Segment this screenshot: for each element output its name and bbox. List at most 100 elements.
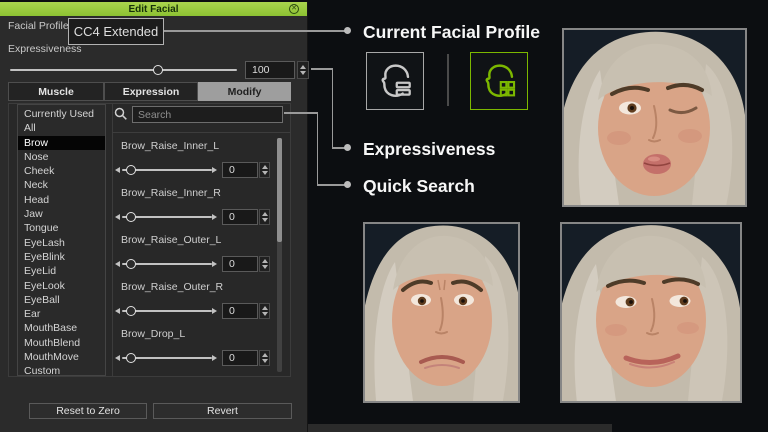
slider-left-arrow-icon[interactable]	[115, 355, 120, 361]
facial-profile-callout: CC4 Extended	[68, 18, 164, 45]
category-item[interactable]: EyeLid	[18, 264, 105, 278]
slider-value-field[interactable]: 0	[222, 162, 258, 178]
button-label: Reset to Zero	[56, 405, 120, 417]
slider-right-arrow-icon[interactable]	[212, 308, 217, 314]
standard-profile-icon-box	[366, 52, 424, 110]
category-item[interactable]: Cheek	[18, 164, 105, 178]
stepper-down-icon[interactable]	[300, 71, 306, 75]
stepper-up-icon[interactable]	[262, 259, 268, 263]
slider-stepper[interactable]	[259, 162, 270, 178]
search-icon	[114, 107, 128, 121]
slider-left-arrow-icon[interactable]	[115, 308, 120, 314]
panel-titlebar[interactable]: Edit Facial ✕	[0, 2, 307, 16]
category-item[interactable]: Neck	[18, 178, 105, 192]
stepper-up-icon[interactable]	[262, 212, 268, 216]
slider-handle[interactable]	[126, 165, 136, 175]
slider-label: Brow_Drop_L	[121, 328, 271, 340]
panel-title: Edit Facial	[128, 4, 178, 15]
expressiveness-slider-track[interactable]	[10, 69, 237, 71]
category-item[interactable]: Ear	[18, 307, 105, 321]
slider-value-field[interactable]: 0	[222, 209, 258, 225]
slider-handle[interactable]	[126, 259, 136, 269]
tab-label: Expression	[123, 86, 180, 98]
expressiveness-value-field[interactable]: 100	[245, 61, 295, 79]
facial-profile-label: Facial Profile :	[8, 20, 75, 32]
stepper-down-icon[interactable]	[262, 171, 268, 175]
expressiveness-slider-handle[interactable]	[153, 65, 163, 75]
category-item[interactable]: Tongue	[18, 221, 105, 235]
face-profile-list-icon	[374, 60, 416, 102]
stepper-up-icon[interactable]	[262, 306, 268, 310]
slider-handle[interactable]	[126, 353, 136, 363]
category-item[interactable]: Currently Used	[18, 107, 105, 121]
revert-button[interactable]: Revert	[153, 403, 292, 419]
slider-value: 0	[229, 352, 235, 364]
stepper-up-icon[interactable]	[262, 353, 268, 357]
slider-label: Brow_Raise_Outer_L	[121, 234, 271, 246]
slider-label: Brow_Raise_Inner_R	[121, 187, 271, 199]
slider-stepper[interactable]	[259, 350, 270, 366]
slider-right-arrow-icon[interactable]	[212, 167, 217, 173]
tab-expression[interactable]: Expression	[104, 82, 198, 101]
expressiveness-stepper[interactable]	[297, 61, 309, 79]
slider-right-arrow-icon[interactable]	[212, 261, 217, 267]
icon-divider	[447, 54, 449, 106]
connector-line	[164, 30, 347, 32]
slider-value-field[interactable]: 0	[222, 303, 258, 319]
category-item[interactable]: All	[18, 121, 105, 135]
annotation-current-facial-profile: Current Facial Profile	[363, 22, 540, 43]
connector-line	[284, 112, 318, 114]
tab-label: Modify	[228, 86, 262, 98]
category-item[interactable]: EyeBlink	[18, 250, 105, 264]
category-item[interactable]: Custom	[18, 364, 105, 378]
preview-image-wink	[562, 28, 747, 207]
category-item[interactable]: Head	[18, 193, 105, 207]
slider-right-arrow-icon[interactable]	[212, 214, 217, 220]
connector-line	[317, 184, 348, 186]
scrollbar-thumb[interactable]	[277, 138, 282, 242]
slider-stepper[interactable]	[259, 209, 270, 225]
expressiveness-value: 100	[252, 64, 270, 76]
tab-modify[interactable]: Modify	[198, 82, 291, 101]
category-item[interactable]: Jaw	[18, 207, 105, 221]
category-item-selected[interactable]: Brow	[18, 136, 105, 150]
window-bottom-strip	[308, 424, 612, 432]
slider-label: Brow_Raise_Inner_L	[121, 140, 271, 152]
face-profile-grid-icon	[478, 60, 520, 102]
search-input[interactable]	[132, 106, 283, 123]
slider-handle[interactable]	[126, 306, 136, 316]
slider-handle[interactable]	[126, 212, 136, 222]
slider-stepper[interactable]	[259, 303, 270, 319]
slider-value: 0	[229, 211, 235, 223]
stepper-down-icon[interactable]	[262, 265, 268, 269]
tab-muscle[interactable]: Muscle	[8, 82, 104, 101]
category-item[interactable]: MouthMove	[18, 350, 105, 364]
extended-profile-icon-box	[470, 52, 528, 110]
connector-bullet	[344, 27, 351, 34]
category-item[interactable]: MouthBlend	[18, 336, 105, 350]
stepper-down-icon[interactable]	[262, 359, 268, 363]
slider-value-field[interactable]: 0	[222, 350, 258, 366]
stepper-down-icon[interactable]	[262, 218, 268, 222]
category-item[interactable]: EyeLash	[18, 236, 105, 250]
connector-line	[311, 68, 333, 70]
annotation-quick-search: Quick Search	[363, 176, 475, 197]
slider-left-arrow-icon[interactable]	[115, 167, 120, 173]
slider-right-arrow-icon[interactable]	[212, 355, 217, 361]
close-icon[interactable]: ✕	[289, 4, 299, 14]
annotation-expressiveness: Expressiveness	[363, 139, 495, 160]
stepper-down-icon[interactable]	[262, 312, 268, 316]
reset-to-zero-button[interactable]: Reset to Zero	[29, 403, 147, 419]
slider-left-arrow-icon[interactable]	[115, 261, 120, 267]
category-item[interactable]: Nose	[18, 150, 105, 164]
slider-value-field[interactable]: 0	[222, 256, 258, 272]
slider-stepper[interactable]	[259, 256, 270, 272]
category-item[interactable]: MouthBase	[18, 321, 105, 335]
stepper-up-icon[interactable]	[262, 165, 268, 169]
button-label: Revert	[207, 405, 238, 417]
category-item[interactable]: EyeBall	[18, 293, 105, 307]
category-item[interactable]: EyeLook	[18, 279, 105, 293]
stepper-up-icon[interactable]	[300, 65, 306, 69]
slider-left-arrow-icon[interactable]	[115, 214, 120, 220]
slider-label: Brow_Raise_Outer_R	[121, 281, 271, 293]
